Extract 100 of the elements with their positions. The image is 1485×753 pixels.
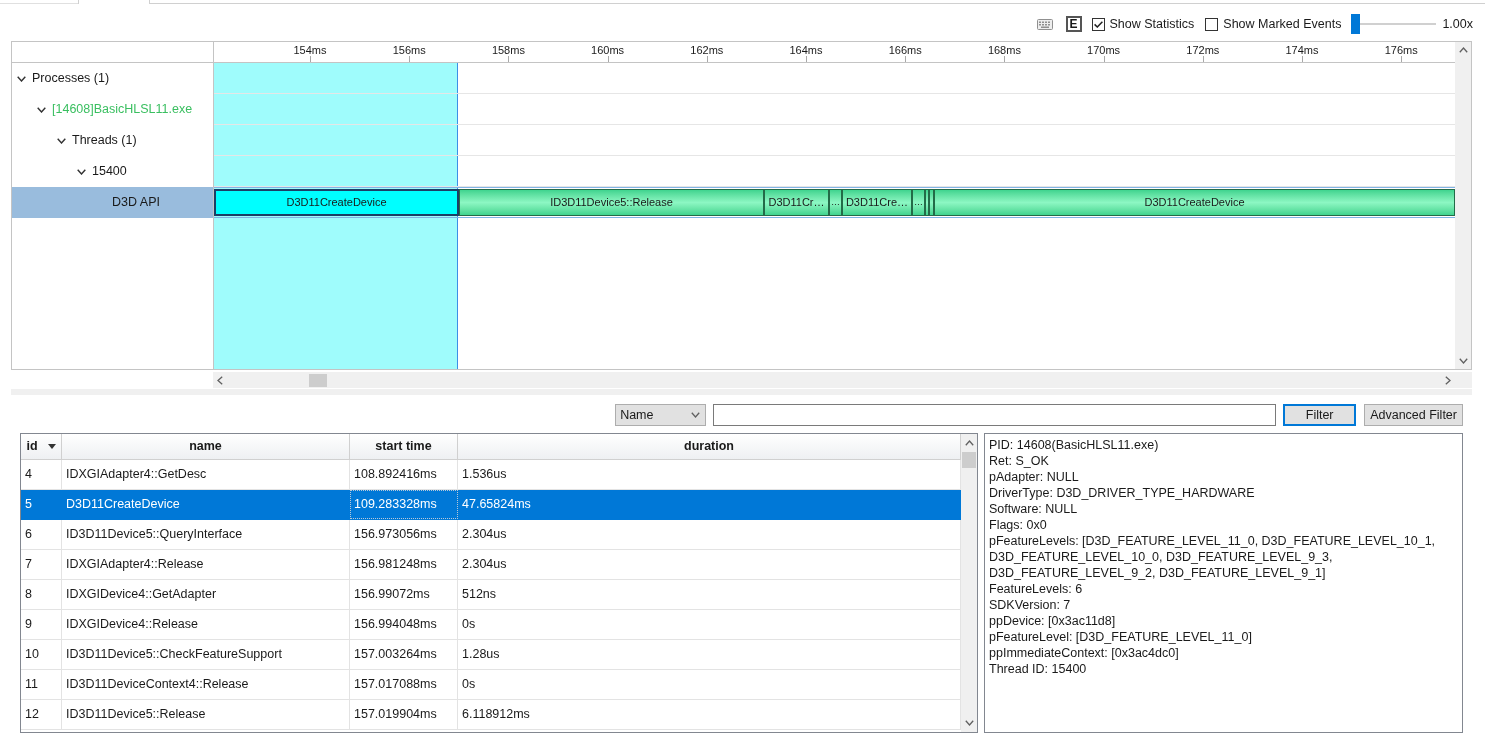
event-bar[interactable]: … <box>912 189 925 216</box>
table-cell: 7 <box>21 550 62 579</box>
table-row[interactable]: 12 ID3D11Device5::Release 157.019904ms 6.118912ms <box>21 700 961 730</box>
table-cell: 4 <box>21 460 62 489</box>
table-cell: ID3D11Device5::QueryInterface <box>62 520 350 549</box>
checkbox-label[interactable]: Show Statistics <box>1109 14 1195 34</box>
table-cell: 10 <box>21 640 62 669</box>
table-row[interactable]: 5 D3D11CreateDevice 109.283328ms 47.65824ms <box>21 490 961 520</box>
table-row[interactable]: 7 IDXGIAdapter4::Release 156.981248ms 2.304us <box>21 550 961 580</box>
column-header[interactable]: id <box>21 434 62 460</box>
table-cell: 8 <box>21 580 62 609</box>
event-bar[interactable] <box>929 189 934 216</box>
scroll-up-icon[interactable] <box>1458 47 1468 53</box>
keyboard-icon[interactable] <box>1036 18 1053 30</box>
table-cell: 156.99072ms <box>350 580 458 609</box>
table-cell: 157.017088ms <box>350 670 458 699</box>
toolbar-button[interactable]: E <box>1065 16 1082 32</box>
caret-icon[interactable] <box>37 106 46 113</box>
tree-item[interactable]: Threads (1) <box>57 131 137 150</box>
table-cell: ID3D11Device5::CheckFeatureSupport <box>62 640 350 669</box>
filter-input[interactable] <box>713 404 1277 426</box>
tree-item[interactable]: 15400 <box>77 162 127 181</box>
tree-item[interactable]: Processes (1) <box>17 69 110 88</box>
event-bar[interactable]: D3D11Cr… <box>764 189 829 216</box>
detail-line: ppDevice: [0x3ac11d8] <box>989 613 1117 629</box>
slider-thumb[interactable] <box>1351 14 1361 34</box>
scroll-up-icon[interactable] <box>964 440 974 446</box>
vertical-scrollbar[interactable] <box>961 434 977 732</box>
scroll-down-icon[interactable] <box>964 720 974 726</box>
table-cell: 156.981248ms <box>350 550 458 579</box>
table-cell: 11 <box>21 670 62 699</box>
checkbox[interactable] <box>1205 17 1219 31</box>
scroll-right-icon[interactable] <box>1445 375 1451 385</box>
scroll-down-icon[interactable] <box>1458 358 1468 364</box>
detail-line: FeatureLevels: 6 <box>989 581 1084 597</box>
table-cell: 157.019904ms <box>350 700 458 729</box>
column-header[interactable]: duration <box>458 434 961 460</box>
tick-label: 172ms <box>1186 43 1220 57</box>
table-row[interactable]: 10 ID3D11Device5::CheckFeatureSupport 157.003264ms 1.28us <box>21 640 961 670</box>
table-cell: 9 <box>21 610 62 639</box>
table-cell: IDXGIAdapter4::Release <box>62 550 350 579</box>
filter-button[interactable]: Filter <box>1283 404 1357 426</box>
event-bar[interactable]: … <box>829 189 842 216</box>
table-row[interactable]: 6 ID3D11Device5::QueryInterface 156.973056ms 2.304us <box>21 520 961 550</box>
table-cell: IDXGIDevice4::GetAdapter <box>62 580 350 609</box>
column-header[interactable]: name <box>62 434 350 460</box>
table-cell: IDXGIAdapter4::GetDesc <box>62 460 350 489</box>
table-cell: 157.003264ms <box>350 640 458 669</box>
check-icon <box>1093 20 1103 28</box>
tick-label: 174ms <box>1285 43 1319 57</box>
caret-icon[interactable] <box>77 168 86 175</box>
detail-line: Flags: 0x0 <box>989 517 1048 533</box>
caret-icon[interactable] <box>57 137 66 144</box>
tick-label: 176ms <box>1384 43 1418 57</box>
detail-line: PID: 14608(BasicHLSL11.exe) <box>989 437 1160 453</box>
detail-line: SDKVersion: 7 <box>989 597 1072 613</box>
column-header[interactable]: start time <box>350 434 458 460</box>
event-bar[interactable]: D3D11Cre… <box>842 189 912 216</box>
tick-label: 158ms <box>491 43 525 57</box>
detail-line: ppImmediateContext: [0x3ac4dc0] <box>989 645 1180 661</box>
field-dropdown[interactable]: Name <box>615 404 707 426</box>
tick-label: 166ms <box>888 43 922 57</box>
table-cell: 108.892416ms <box>350 460 458 489</box>
detail-line: pFeatureLevels: [D3D_FEATURE_LEVEL_11_0, D3D_FEATURE_LEVEL_10_1, D3D_FEATURE_LEVEL_10_0, D3D_FEATURE_LEVEL_9_3, D3D_FEATURE_LEVEL_9_2, D3D_FEATURE_LEVEL_9_1] <box>989 533 1437 581</box>
vertical-scrollbar[interactable] <box>1455 42 1471 369</box>
table-cell: 156.973056ms <box>350 520 458 549</box>
detail-line: Thread ID: 15400 <box>989 661 1088 677</box>
sort-arrow-icon <box>47 444 56 449</box>
table-cell: 6 <box>21 520 62 549</box>
tick-label: 154ms <box>293 43 327 57</box>
table-cell: 5 <box>21 490 62 519</box>
table-row[interactable]: 9 IDXGIDevice4::Release 156.994048ms 0s <box>21 610 961 640</box>
scrollbar-thumb[interactable] <box>962 452 976 468</box>
horizontal-scrollbar[interactable] <box>213 372 1472 388</box>
table-cell: ID3D11DeviceContext4::Release <box>62 670 350 699</box>
event-bar[interactable]: ID3D11Device5::Release <box>459 189 764 216</box>
scrollbar-thumb[interactable] <box>309 374 327 387</box>
table-row[interactable]: 11 ID3D11DeviceContext4::Release 157.017088ms 0s <box>21 670 961 700</box>
detail-line: DriverType: D3D_DRIVER_TYPE_HARDWARE <box>989 485 1256 501</box>
zoom-slider[interactable] <box>1351 14 1437 34</box>
table-row[interactable]: 8 IDXGIDevice4::GetAdapter 156.99072ms 512ns <box>21 580 961 610</box>
detail-line: Software: NULL <box>989 501 1079 517</box>
tick-label: 170ms <box>1087 43 1121 57</box>
detail-line: Ret: S_OK <box>989 453 1050 469</box>
table-cell: D3D11CreateDevice <box>62 490 350 519</box>
scroll-left-icon[interactable] <box>217 375 223 385</box>
tick-label: 168ms <box>987 43 1021 57</box>
event-bar[interactable]: D3D11CreateDevice <box>214 189 459 216</box>
filter-button[interactable]: Advanced Filter <box>1364 404 1463 426</box>
checkbox-label[interactable]: Show Marked Events <box>1223 14 1342 34</box>
detail-line: pAdapter: NULL <box>989 469 1080 485</box>
tree-item[interactable]: D3D API <box>97 193 160 212</box>
detail-line: pFeatureLevel: [D3D_FEATURE_LEVEL_11_0] <box>989 629 1253 645</box>
checkbox[interactable] <box>1091 17 1105 31</box>
tick-label: 156ms <box>392 43 426 57</box>
tick-label: 164ms <box>789 43 823 57</box>
event-bar[interactable] <box>925 189 929 216</box>
table-cell: 109.283328ms <box>350 490 458 519</box>
event-bar[interactable]: D3D11CreateDevice <box>934 189 1455 216</box>
caret-icon[interactable] <box>17 75 26 82</box>
